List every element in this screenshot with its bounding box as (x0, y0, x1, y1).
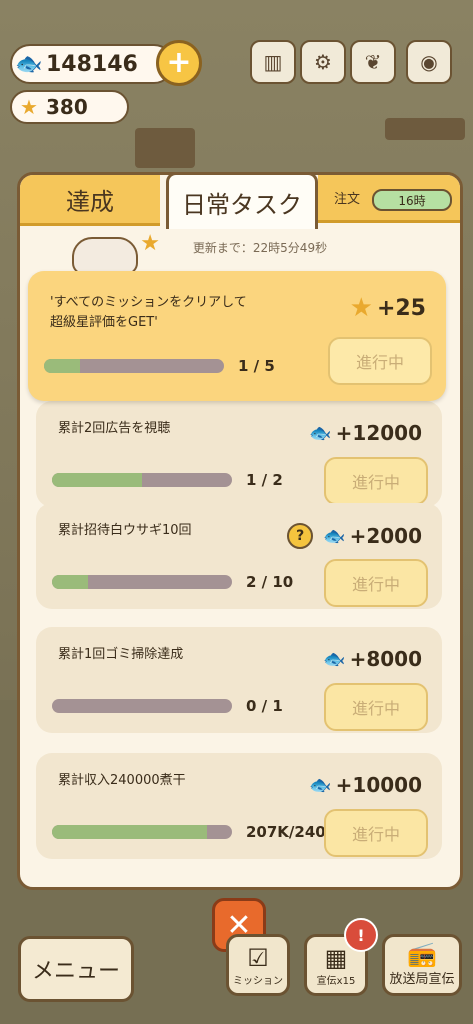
progress-fill (52, 575, 88, 589)
in-progress-button[interactable]: 進行中 (328, 337, 432, 385)
task-reward: 🐟 +10000 (309, 773, 422, 797)
menu-button[interactable]: メニュー (18, 936, 134, 1002)
task-title: 累計招待白ウサギ10回 (58, 523, 192, 538)
ranking-icon[interactable]: ▥ (250, 40, 296, 84)
broadcast-button[interactable]: 📻 放送局宣伝 (382, 934, 462, 996)
reward-amount: +25 (376, 295, 426, 321)
fish-icon: 🐟 (323, 525, 346, 547)
task-title: 累計収入240000煮干 (58, 773, 186, 788)
fish-icon: 🐟 (15, 51, 43, 77)
fish-counter: 🐟 148146 (10, 44, 174, 84)
task-card: 累計招待白ウサギ10回 ? 🐟 +2000 2 / 10 進行中 (36, 503, 442, 609)
fish-icon: 🐟 (323, 648, 346, 670)
task-card: 'すべてのミッションをクリアして 超級星評価をGET' ★ +25 1 / 5 進… (28, 271, 446, 401)
broadcast-label: 放送局宣伝 (389, 972, 455, 987)
progress-count: 1 / 5 (238, 357, 275, 375)
task-reward: ★ +25 (350, 293, 426, 323)
task-reward: 🐟 +8000 (323, 647, 422, 671)
in-progress-button[interactable]: 進行中 (324, 559, 428, 607)
progress-bar (52, 825, 232, 839)
in-progress-button[interactable]: 進行中 (324, 809, 428, 857)
progress-bar (52, 699, 232, 713)
progress-bar (44, 359, 224, 373)
add-currency-button[interactable]: + (156, 40, 202, 86)
paw-book-icon[interactable]: ❦ (350, 40, 396, 84)
reward-amount: +8000 (349, 647, 422, 671)
refresh-countdown: 更新まで：22時5分49秒 (192, 241, 328, 255)
order-time-bar: 16時 (372, 189, 452, 211)
task-title: 'すべてのミッションをクリアして 超級星評価をGET' (50, 295, 247, 330)
mission-button[interactable]: ☑ ミッション (226, 934, 290, 996)
progress-bar (52, 575, 232, 589)
reward-amount: +10000 (335, 773, 422, 797)
progress-fill (52, 473, 142, 487)
star-counter: ★ 380 (10, 90, 129, 124)
star-icon: ★ (20, 95, 38, 119)
fish-icon: 🐟 (309, 422, 332, 444)
task-title: 累計2回広告を視聴 (58, 421, 171, 436)
reward-amount: +12000 (335, 421, 422, 445)
fish-icon: 🐟 (309, 774, 332, 796)
background-shelf (135, 128, 195, 168)
star-icon: ★ (349, 293, 373, 323)
progress-count: 2 / 10 (246, 573, 294, 591)
reward-amount: +2000 (349, 524, 422, 548)
promo-label: 宣伝x15 (316, 976, 356, 987)
in-progress-button[interactable]: 進行中 (324, 457, 428, 505)
background-shelf (385, 118, 465, 140)
alert-badge: ! (344, 918, 378, 952)
progress-fill (44, 359, 80, 373)
task-title: 累計1回ゴミ掃除達成 (58, 647, 184, 662)
progress-count: 1 / 2 (246, 471, 283, 489)
checklist-icon: ☑ (247, 944, 269, 972)
order-label: 注文 (334, 192, 361, 207)
camera-icon[interactable]: ◉ (406, 40, 452, 84)
tab-daily-tasks[interactable]: 日常タスク (166, 175, 318, 229)
task-reward: ? 🐟 +2000 (287, 523, 422, 549)
mission-label: ミッション (233, 976, 283, 987)
flyer-icon: ▦ (324, 944, 348, 972)
star-amount: 380 (46, 95, 88, 119)
in-progress-button[interactable]: 進行中 (324, 683, 428, 731)
tab-achievements[interactable]: 達成 (20, 175, 160, 226)
task-card: 累計2回広告を視聴 🐟 +12000 1 / 2 進行中 (36, 401, 442, 507)
tab-order[interactable]: 注文 16時 (318, 175, 460, 223)
task-card: 累計1回ゴミ掃除達成 🐟 +8000 0 / 1 進行中 (36, 627, 442, 733)
task-card: 累計収入240000煮干 🐟 +10000 207K/240K 進行中 (36, 753, 442, 859)
progress-count: 0 / 1 (246, 697, 283, 715)
fish-amount: 148146 (46, 51, 138, 77)
settings-gear-icon[interactable]: ⚙ (300, 40, 346, 84)
progress-bar (52, 473, 232, 487)
task-panel: 達成 日常タスク 注文 16時 ★ 更新まで：22時5分49秒 累計2回広告を視… (17, 172, 463, 890)
radio-icon: 📻 (407, 940, 437, 968)
task-reward: 🐟 +12000 (309, 421, 422, 445)
progress-fill (52, 825, 207, 839)
help-icon[interactable]: ? (287, 523, 314, 549)
